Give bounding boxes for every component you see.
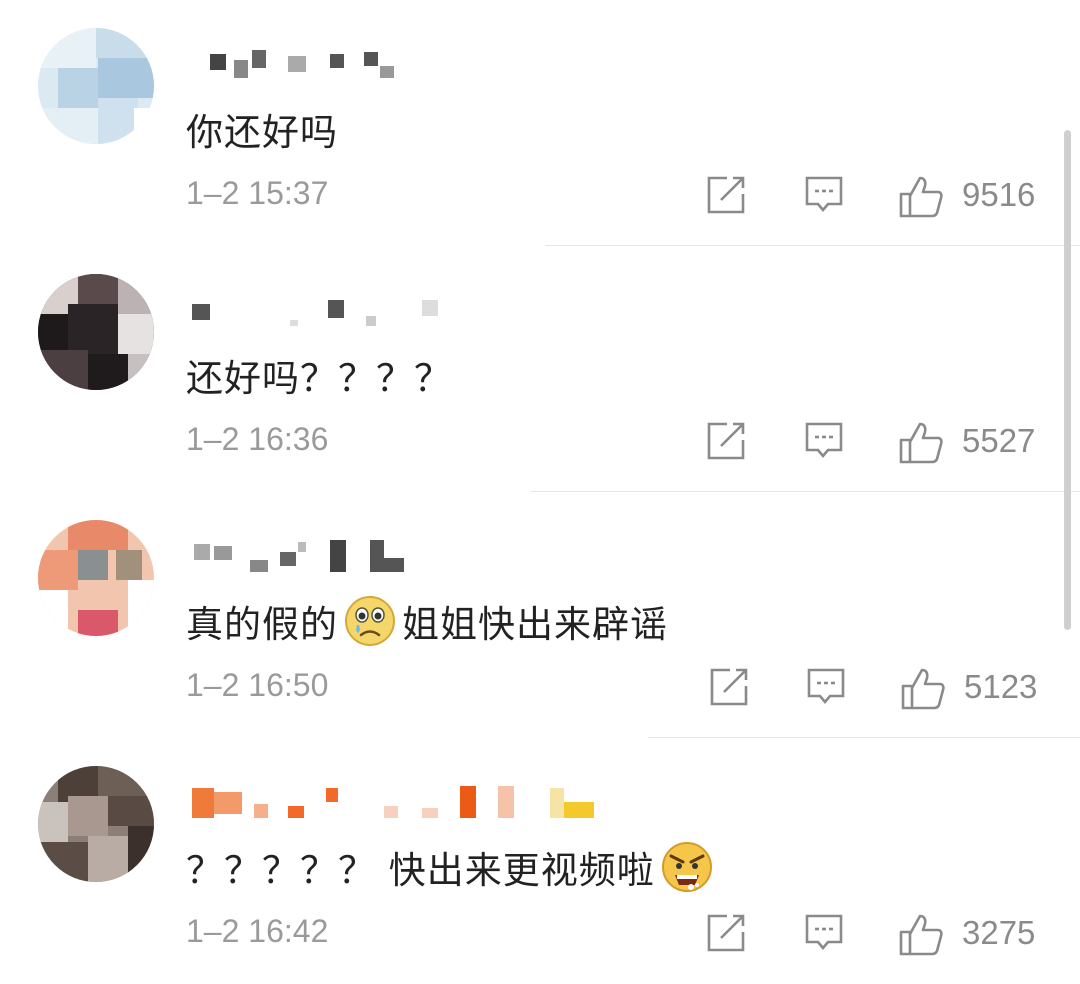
username[interactable] bbox=[190, 538, 420, 574]
reply-comment-icon[interactable] bbox=[804, 912, 844, 958]
comment-text: 还好吗？？？？ bbox=[186, 357, 452, 400]
crying-face-emoji bbox=[344, 595, 396, 647]
avatar[interactable] bbox=[38, 274, 154, 390]
comment-time: 1–2 16:36 bbox=[186, 421, 329, 457]
reply-comment-icon[interactable] bbox=[804, 420, 844, 466]
scrollbar[interactable] bbox=[1064, 130, 1071, 630]
avatar[interactable] bbox=[38, 520, 154, 636]
like-thumbs-up-icon[interactable] bbox=[898, 174, 944, 224]
comment-actions: 5527 bbox=[700, 418, 1060, 468]
reply-comment-icon[interactable] bbox=[806, 666, 846, 712]
avatar[interactable] bbox=[38, 28, 154, 144]
share-icon[interactable] bbox=[705, 174, 747, 220]
comment-text: ？？？？？ 快出来更视频啦 bbox=[186, 840, 719, 894]
angry-face-emoji bbox=[661, 841, 713, 893]
avatar[interactable] bbox=[38, 766, 154, 882]
comment-time: 1–2 16:42 bbox=[186, 913, 329, 949]
comment-text-part: 姐姐快出来辟谣 bbox=[402, 603, 668, 646]
like-count: 5123 bbox=[964, 668, 1038, 705]
comment-item: ？？？？？ 快出来更视频啦 1–2 16:42 3275 bbox=[0, 738, 1080, 984]
like-thumbs-up-icon[interactable] bbox=[898, 912, 944, 962]
comment-item: 你还好吗 1–2 15:37 9516 bbox=[0, 0, 1080, 246]
comment-text: 真的假的 姐姐快出来辟谣 bbox=[186, 594, 668, 648]
comment-text-part: 真的假的 bbox=[186, 603, 338, 646]
comment-time: 1–2 15:37 bbox=[186, 175, 329, 211]
comment-actions: 3275 bbox=[700, 910, 1060, 960]
comment-item: 还好吗？？？？ 1–2 16:36 5527 bbox=[0, 246, 1080, 492]
share-icon[interactable] bbox=[708, 666, 750, 712]
comment-time: 1–2 16:50 bbox=[186, 667, 329, 703]
comment-text-part: ？？？？？ 快出来更视频啦 bbox=[186, 849, 655, 892]
username[interactable] bbox=[190, 784, 610, 820]
like-thumbs-up-icon[interactable] bbox=[900, 666, 946, 716]
like-count: 9516 bbox=[962, 176, 1036, 213]
comment-actions: 5123 bbox=[700, 664, 1060, 714]
like-thumbs-up-icon[interactable] bbox=[898, 420, 944, 470]
comment-text: 你还好吗 bbox=[186, 111, 338, 154]
comment-item: 真的假的 姐姐快出来辟谣 1–2 16:50 5123 bbox=[0, 492, 1080, 738]
username[interactable] bbox=[190, 292, 450, 328]
share-icon[interactable] bbox=[705, 420, 747, 466]
username[interactable] bbox=[190, 46, 410, 82]
like-count: 3275 bbox=[962, 914, 1036, 951]
comment-actions: 9516 bbox=[700, 172, 1060, 222]
like-count: 5527 bbox=[962, 422, 1036, 459]
reply-comment-icon[interactable] bbox=[804, 174, 844, 220]
share-icon[interactable] bbox=[705, 912, 747, 958]
